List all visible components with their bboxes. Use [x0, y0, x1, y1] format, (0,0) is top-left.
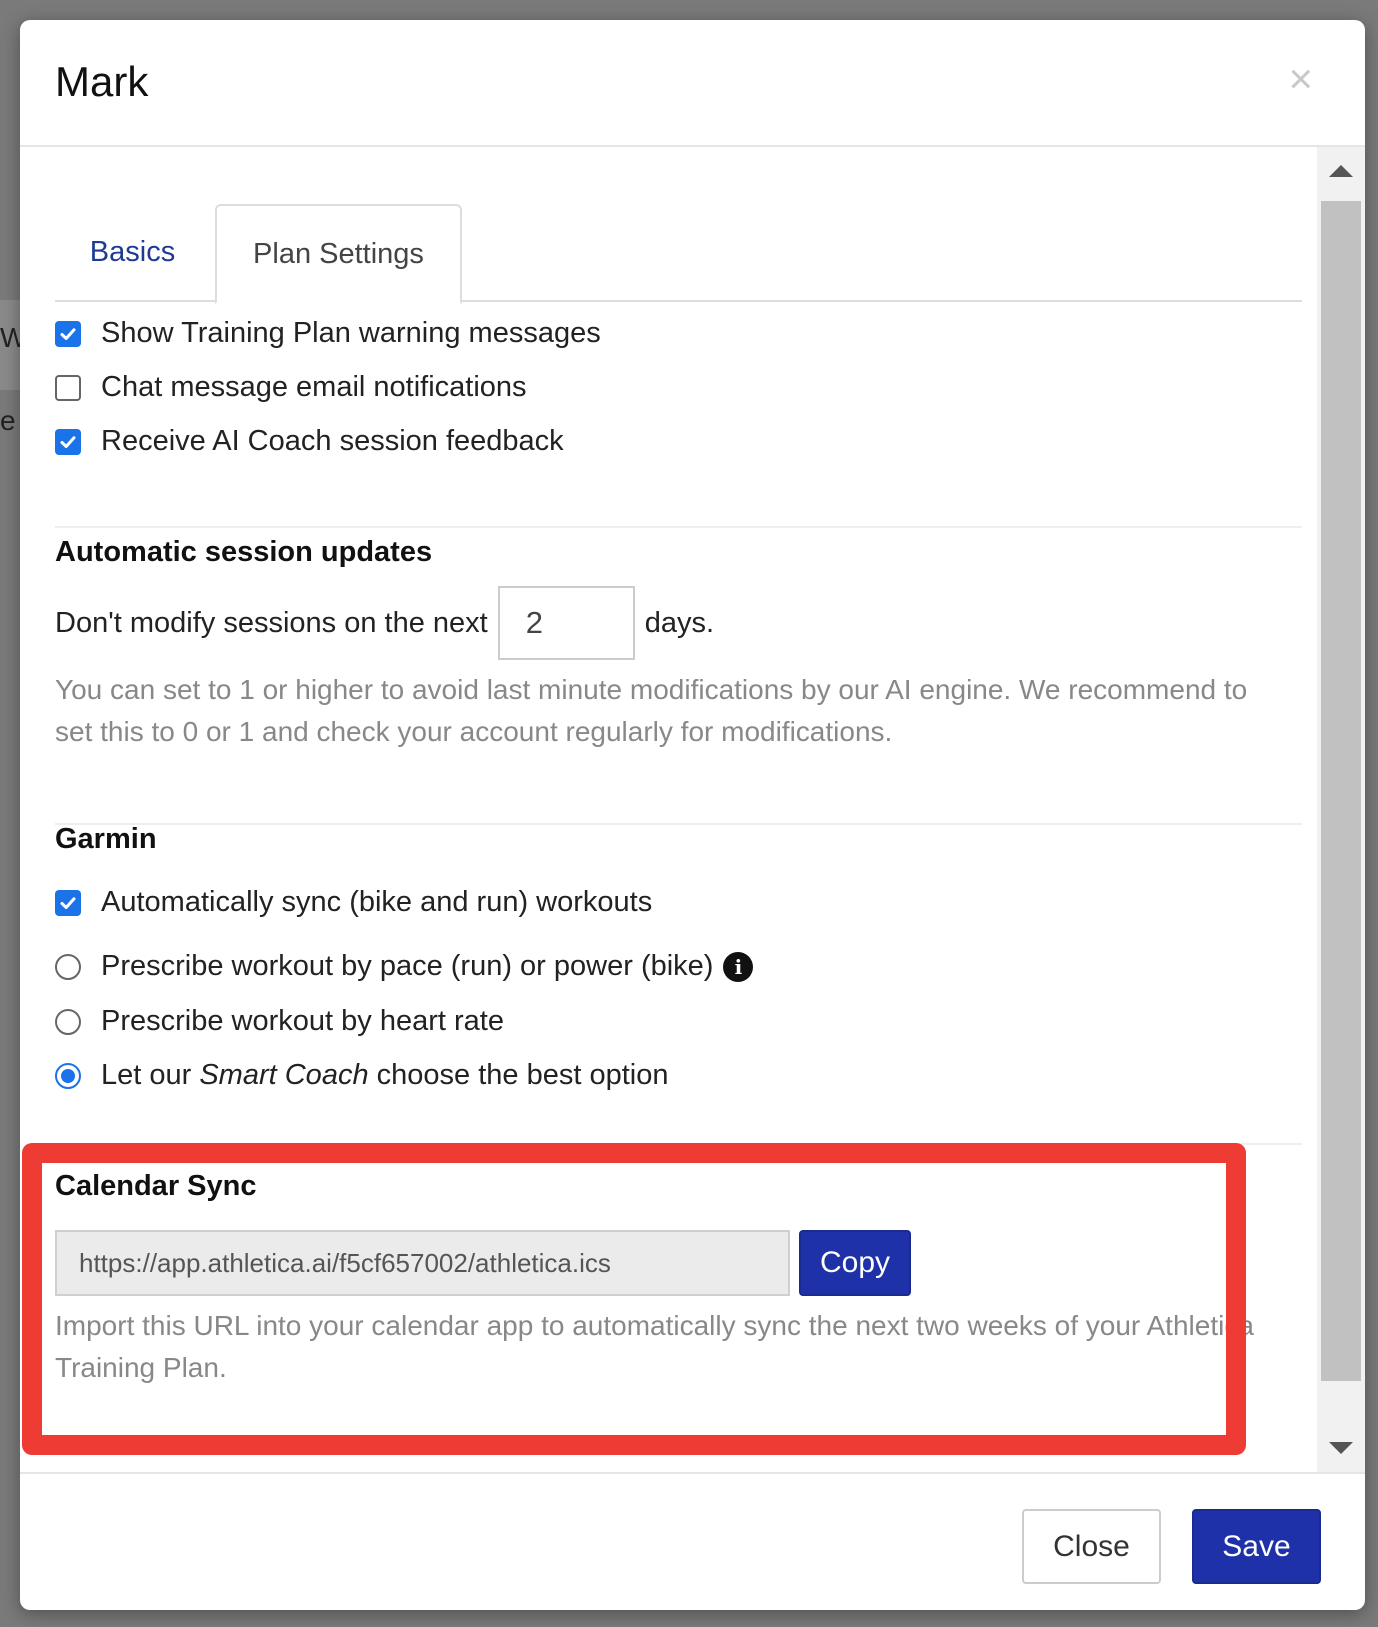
- checkbox-unchecked-icon[interactable]: [55, 374, 81, 401]
- checkbox-row-garmin-sync[interactable]: Automatically sync (bike and run) workou…: [55, 886, 652, 919]
- info-icon[interactable]: i: [723, 951, 754, 982]
- checkbox-label: Automatically sync (bike and run) workou…: [101, 886, 653, 918]
- days-prefix: Don't modify sessions on the next: [55, 606, 488, 639]
- settings-modal: Mark × Basics Plan Settings Show Trainin…: [20, 20, 1365, 1610]
- divider: [55, 526, 1302, 528]
- scroll-up-arrow-icon[interactable]: [1317, 147, 1365, 195]
- tab-basics[interactable]: Basics: [55, 204, 210, 300]
- radio-unselected-icon[interactable]: [55, 953, 81, 980]
- radio-label: Prescribe workout by pace (run) or power…: [101, 950, 714, 982]
- divider: [55, 823, 1302, 825]
- scroll-down-arrow-icon[interactable]: [1317, 1424, 1365, 1472]
- modal-header: Mark ×: [20, 20, 1365, 147]
- divider: [55, 1143, 1302, 1145]
- radio-label-suffix: choose the best option: [368, 1059, 669, 1091]
- save-button[interactable]: Save: [1192, 1509, 1321, 1584]
- radio-label: Prescribe workout by heart rate: [101, 1005, 504, 1037]
- checkbox-label: Show Training Plan warning messages: [101, 317, 601, 349]
- checkbox-row-warning-messages[interactable]: Show Training Plan warning messages: [55, 317, 601, 350]
- scrollbar-thumb[interactable]: [1321, 201, 1361, 1381]
- close-icon[interactable]: ×: [1288, 58, 1313, 100]
- radio-label-emphasis: Smart Coach: [199, 1059, 369, 1091]
- checkbox-checked-icon[interactable]: [55, 889, 81, 916]
- tab-bar: Basics Plan Settings: [55, 204, 1302, 304]
- radio-label-prefix: Let our: [101, 1059, 200, 1091]
- days-suffix: days.: [644, 606, 715, 639]
- checkbox-row-chat-notifications[interactable]: Chat message email notifications: [55, 371, 527, 404]
- radio-row-heart-rate[interactable]: Prescribe workout by heart rate: [55, 1005, 504, 1038]
- modal-title: Mark: [55, 58, 149, 105]
- calendar-url-field[interactable]: https://app.athletica.ai/f5cf657002/athl…: [55, 1230, 790, 1296]
- radio-row-pace-power[interactable]: Prescribe workout by pace (run) or power…: [55, 950, 754, 983]
- section-title-calendar-sync: Calendar Sync: [55, 1170, 257, 1202]
- section-title-auto-updates: Automatic session updates: [55, 536, 433, 568]
- checkbox-row-ai-feedback[interactable]: Receive AI Coach session feedback: [55, 425, 564, 458]
- background-text: e: [0, 405, 16, 436]
- modal-footer: Close Save: [20, 1472, 1365, 1610]
- checkbox-label: Receive AI Coach session feedback: [101, 425, 564, 457]
- checkbox-checked-icon[interactable]: [55, 320, 81, 347]
- copy-button[interactable]: Copy: [799, 1230, 911, 1296]
- days-setting-row: Don't modify sessions on the next 2 days…: [55, 586, 714, 660]
- modal-body: Basics Plan Settings Show Training Plan …: [20, 147, 1317, 1472]
- checkbox-checked-icon[interactable]: [55, 428, 81, 455]
- radio-unselected-icon[interactable]: [55, 1008, 81, 1035]
- auto-updates-help: You can set to 1 or higher to avoid last…: [55, 674, 1248, 747]
- close-button[interactable]: Close: [1022, 1509, 1161, 1584]
- radio-row-smart-coach[interactable]: Let our Smart Coach choose the best opti…: [55, 1059, 668, 1092]
- scrollbar[interactable]: [1317, 147, 1365, 1472]
- tab-plan-settings[interactable]: Plan Settings: [215, 204, 462, 304]
- section-title-garmin: Garmin: [55, 823, 157, 855]
- days-input[interactable]: 2: [497, 586, 635, 660]
- calendar-sync-help: Import this URL into your calendar app t…: [55, 1310, 1254, 1383]
- checkbox-label: Chat message email notifications: [101, 371, 527, 403]
- radio-selected-icon[interactable]: [55, 1062, 81, 1089]
